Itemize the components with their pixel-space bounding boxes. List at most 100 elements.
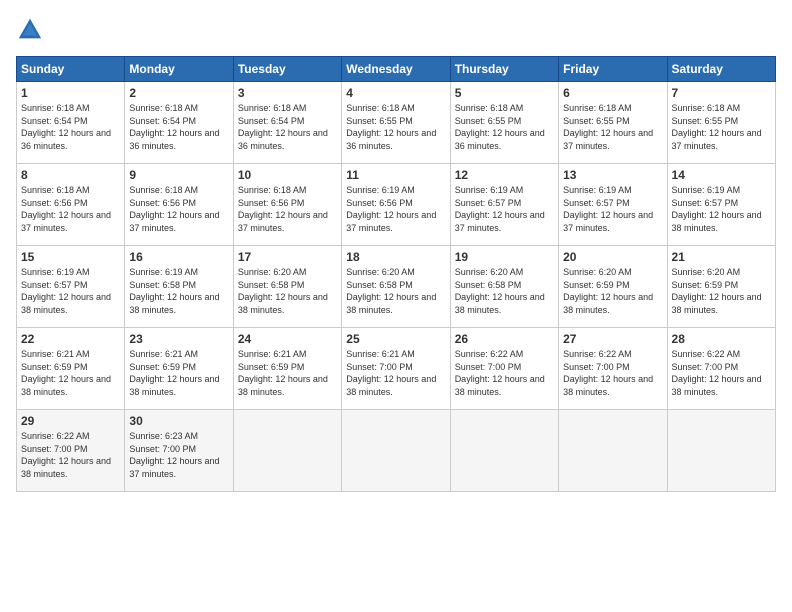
- logo-icon: [16, 16, 44, 44]
- day-info: Sunrise: 6:22 AMSunset: 7:00 PMDaylight:…: [21, 430, 120, 480]
- calendar-cell: 4 Sunrise: 6:18 AMSunset: 6:55 PMDayligh…: [342, 82, 450, 164]
- calendar-cell: 6 Sunrise: 6:18 AMSunset: 6:55 PMDayligh…: [559, 82, 667, 164]
- day-info: Sunrise: 6:19 AMSunset: 6:56 PMDaylight:…: [346, 184, 445, 234]
- calendar-cell: 13 Sunrise: 6:19 AMSunset: 6:57 PMDaylig…: [559, 164, 667, 246]
- day-number: 24: [238, 332, 337, 346]
- day-number: 9: [129, 168, 228, 182]
- day-number: 22: [21, 332, 120, 346]
- calendar-cell: 16 Sunrise: 6:19 AMSunset: 6:58 PMDaylig…: [125, 246, 233, 328]
- calendar-week-row: 15 Sunrise: 6:19 AMSunset: 6:57 PMDaylig…: [17, 246, 776, 328]
- calendar-cell: 8 Sunrise: 6:18 AMSunset: 6:56 PMDayligh…: [17, 164, 125, 246]
- day-number: 30: [129, 414, 228, 428]
- calendar-cell: 29 Sunrise: 6:22 AMSunset: 7:00 PMDaylig…: [17, 410, 125, 492]
- page-container: SundayMondayTuesdayWednesdayThursdayFrid…: [0, 0, 792, 612]
- day-info: Sunrise: 6:18 AMSunset: 6:56 PMDaylight:…: [238, 184, 337, 234]
- day-number: 28: [672, 332, 771, 346]
- col-header-tuesday: Tuesday: [233, 57, 341, 82]
- calendar-cell: 3 Sunrise: 6:18 AMSunset: 6:54 PMDayligh…: [233, 82, 341, 164]
- calendar-week-row: 22 Sunrise: 6:21 AMSunset: 6:59 PMDaylig…: [17, 328, 776, 410]
- calendar-cell: [450, 410, 558, 492]
- day-info: Sunrise: 6:22 AMSunset: 7:00 PMDaylight:…: [563, 348, 662, 398]
- day-info: Sunrise: 6:21 AMSunset: 6:59 PMDaylight:…: [238, 348, 337, 398]
- col-header-wednesday: Wednesday: [342, 57, 450, 82]
- day-info: Sunrise: 6:19 AMSunset: 6:57 PMDaylight:…: [672, 184, 771, 234]
- calendar-cell: 20 Sunrise: 6:20 AMSunset: 6:59 PMDaylig…: [559, 246, 667, 328]
- day-number: 15: [21, 250, 120, 264]
- logo: [16, 16, 48, 44]
- day-number: 19: [455, 250, 554, 264]
- calendar-cell: 7 Sunrise: 6:18 AMSunset: 6:55 PMDayligh…: [667, 82, 775, 164]
- calendar-cell: 5 Sunrise: 6:18 AMSunset: 6:55 PMDayligh…: [450, 82, 558, 164]
- calendar-cell: 24 Sunrise: 6:21 AMSunset: 6:59 PMDaylig…: [233, 328, 341, 410]
- calendar-cell: 9 Sunrise: 6:18 AMSunset: 6:56 PMDayligh…: [125, 164, 233, 246]
- day-number: 29: [21, 414, 120, 428]
- day-number: 21: [672, 250, 771, 264]
- day-number: 18: [346, 250, 445, 264]
- calendar-cell: 21 Sunrise: 6:20 AMSunset: 6:59 PMDaylig…: [667, 246, 775, 328]
- day-number: 17: [238, 250, 337, 264]
- calendar-table: SundayMondayTuesdayWednesdayThursdayFrid…: [16, 56, 776, 492]
- calendar-cell: 25 Sunrise: 6:21 AMSunset: 7:00 PMDaylig…: [342, 328, 450, 410]
- calendar-cell: 27 Sunrise: 6:22 AMSunset: 7:00 PMDaylig…: [559, 328, 667, 410]
- calendar-cell: 12 Sunrise: 6:19 AMSunset: 6:57 PMDaylig…: [450, 164, 558, 246]
- day-number: 25: [346, 332, 445, 346]
- calendar-cell: 23 Sunrise: 6:21 AMSunset: 6:59 PMDaylig…: [125, 328, 233, 410]
- day-number: 11: [346, 168, 445, 182]
- col-header-monday: Monday: [125, 57, 233, 82]
- day-info: Sunrise: 6:20 AMSunset: 6:58 PMDaylight:…: [238, 266, 337, 316]
- col-header-saturday: Saturday: [667, 57, 775, 82]
- day-number: 12: [455, 168, 554, 182]
- day-number: 14: [672, 168, 771, 182]
- calendar-cell: 19 Sunrise: 6:20 AMSunset: 6:58 PMDaylig…: [450, 246, 558, 328]
- calendar-cell: 22 Sunrise: 6:21 AMSunset: 6:59 PMDaylig…: [17, 328, 125, 410]
- day-number: 5: [455, 86, 554, 100]
- calendar-cell: [667, 410, 775, 492]
- day-info: Sunrise: 6:20 AMSunset: 6:59 PMDaylight:…: [672, 266, 771, 316]
- day-info: Sunrise: 6:18 AMSunset: 6:55 PMDaylight:…: [455, 102, 554, 152]
- day-number: 16: [129, 250, 228, 264]
- calendar-cell: 28 Sunrise: 6:22 AMSunset: 7:00 PMDaylig…: [667, 328, 775, 410]
- day-number: 20: [563, 250, 662, 264]
- calendar-cell: [342, 410, 450, 492]
- day-info: Sunrise: 6:21 AMSunset: 6:59 PMDaylight:…: [129, 348, 228, 398]
- calendar-cell: 11 Sunrise: 6:19 AMSunset: 6:56 PMDaylig…: [342, 164, 450, 246]
- header: [16, 16, 776, 44]
- day-info: Sunrise: 6:22 AMSunset: 7:00 PMDaylight:…: [672, 348, 771, 398]
- day-info: Sunrise: 6:18 AMSunset: 6:55 PMDaylight:…: [563, 102, 662, 152]
- day-number: 26: [455, 332, 554, 346]
- day-info: Sunrise: 6:20 AMSunset: 6:59 PMDaylight:…: [563, 266, 662, 316]
- day-number: 8: [21, 168, 120, 182]
- calendar-cell: 14 Sunrise: 6:19 AMSunset: 6:57 PMDaylig…: [667, 164, 775, 246]
- calendar-week-row: 1 Sunrise: 6:18 AMSunset: 6:54 PMDayligh…: [17, 82, 776, 164]
- day-number: 7: [672, 86, 771, 100]
- col-header-friday: Friday: [559, 57, 667, 82]
- day-info: Sunrise: 6:21 AMSunset: 7:00 PMDaylight:…: [346, 348, 445, 398]
- day-info: Sunrise: 6:18 AMSunset: 6:55 PMDaylight:…: [672, 102, 771, 152]
- day-info: Sunrise: 6:20 AMSunset: 6:58 PMDaylight:…: [346, 266, 445, 316]
- day-number: 1: [21, 86, 120, 100]
- day-number: 13: [563, 168, 662, 182]
- calendar-cell: 10 Sunrise: 6:18 AMSunset: 6:56 PMDaylig…: [233, 164, 341, 246]
- col-header-thursday: Thursday: [450, 57, 558, 82]
- day-info: Sunrise: 6:18 AMSunset: 6:54 PMDaylight:…: [238, 102, 337, 152]
- day-number: 10: [238, 168, 337, 182]
- calendar-cell: 15 Sunrise: 6:19 AMSunset: 6:57 PMDaylig…: [17, 246, 125, 328]
- calendar-cell: 26 Sunrise: 6:22 AMSunset: 7:00 PMDaylig…: [450, 328, 558, 410]
- day-info: Sunrise: 6:19 AMSunset: 6:57 PMDaylight:…: [21, 266, 120, 316]
- calendar-cell: 17 Sunrise: 6:20 AMSunset: 6:58 PMDaylig…: [233, 246, 341, 328]
- calendar-header-row: SundayMondayTuesdayWednesdayThursdayFrid…: [17, 57, 776, 82]
- day-number: 6: [563, 86, 662, 100]
- day-number: 3: [238, 86, 337, 100]
- day-info: Sunrise: 6:19 AMSunset: 6:57 PMDaylight:…: [563, 184, 662, 234]
- day-number: 23: [129, 332, 228, 346]
- day-info: Sunrise: 6:18 AMSunset: 6:56 PMDaylight:…: [21, 184, 120, 234]
- calendar-cell: 30 Sunrise: 6:23 AMSunset: 7:00 PMDaylig…: [125, 410, 233, 492]
- day-info: Sunrise: 6:18 AMSunset: 6:54 PMDaylight:…: [21, 102, 120, 152]
- col-header-sunday: Sunday: [17, 57, 125, 82]
- day-info: Sunrise: 6:18 AMSunset: 6:55 PMDaylight:…: [346, 102, 445, 152]
- calendar-week-row: 29 Sunrise: 6:22 AMSunset: 7:00 PMDaylig…: [17, 410, 776, 492]
- day-info: Sunrise: 6:19 AMSunset: 6:58 PMDaylight:…: [129, 266, 228, 316]
- day-number: 4: [346, 86, 445, 100]
- day-info: Sunrise: 6:18 AMSunset: 6:56 PMDaylight:…: [129, 184, 228, 234]
- day-number: 27: [563, 332, 662, 346]
